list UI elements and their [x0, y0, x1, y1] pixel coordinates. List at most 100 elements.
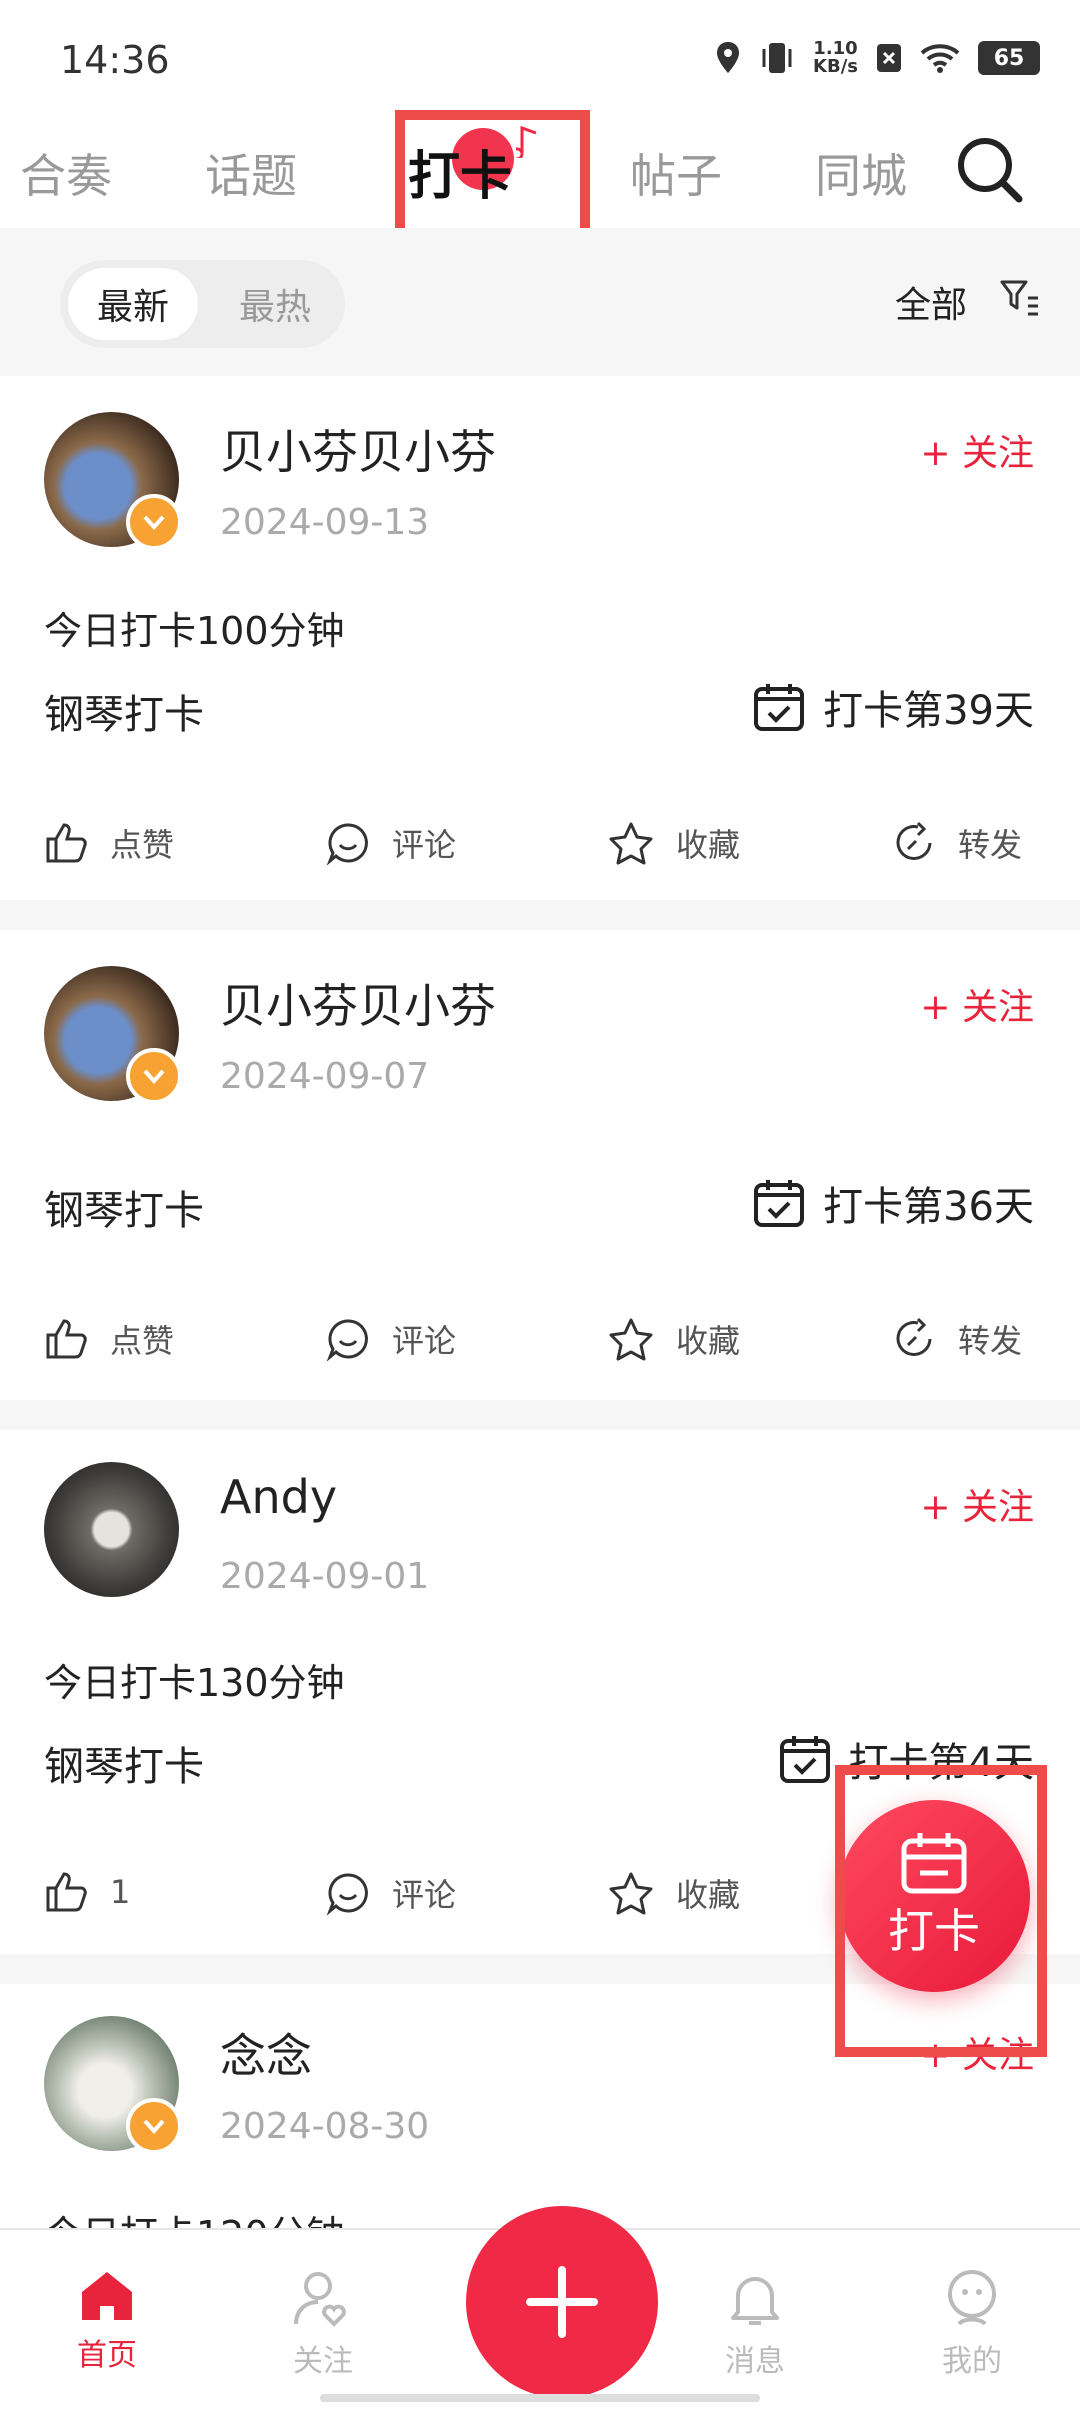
post-actions: 点赞 评论 收藏 转发 — [0, 1316, 1080, 1376]
follow-button[interactable]: + 关注 — [920, 424, 1034, 476]
filter-all-label[interactable]: 全部 — [895, 276, 967, 328]
post-content: 今日打卡100分钟 — [44, 609, 345, 653]
plus-icon — [526, 2266, 598, 2338]
comment-button[interactable]: 评论 — [326, 1316, 456, 1362]
nav-messages[interactable]: 消息 — [695, 2268, 815, 2380]
comment-label: 评论 — [392, 1876, 457, 1914]
home-indicator — [320, 2394, 760, 2402]
share-label: 转发 — [958, 1322, 1023, 1360]
post-category: 钢琴打卡 — [44, 692, 204, 738]
nav-home[interactable]: 首页 — [47, 2268, 167, 2374]
filter-icon[interactable] — [1000, 278, 1040, 318]
highlight-box-fab — [835, 1765, 1047, 2057]
nav-home-label: 首页 — [77, 2338, 137, 2373]
home-icon — [82, 2272, 132, 2320]
share-button[interactable]: 转发 — [892, 1316, 1022, 1362]
nav-mine-label: 我的 — [942, 2344, 1002, 2379]
favorite-button[interactable]: 收藏 — [608, 1870, 740, 1916]
tab-posts[interactable]: 帖子 — [630, 140, 722, 206]
calendar-check-icon — [754, 1180, 805, 1227]
avatar[interactable] — [44, 1462, 179, 1597]
thumbs-up-icon — [46, 823, 87, 863]
sort-segmented-control: 最新 最热 — [60, 260, 345, 348]
comment-icon — [326, 823, 368, 865]
comment-label: 评论 — [392, 1322, 457, 1360]
divider — [0, 1400, 1080, 1430]
tab-topics[interactable]: 话题 — [205, 140, 297, 206]
comment-button[interactable]: 评论 — [326, 820, 456, 866]
post-content: 今日打卡120分钟 — [44, 2204, 345, 2228]
post-date: 2024-08-30 — [220, 2106, 430, 2147]
username[interactable]: 贝小芬贝小芬 — [220, 970, 496, 1036]
tab-ensemble[interactable]: 合奏 — [20, 140, 112, 206]
star-icon — [609, 1872, 653, 1915]
profile-face-icon — [948, 2270, 996, 2326]
thumbs-up-icon — [46, 1872, 87, 1912]
streak-text: 打卡第39天 — [823, 688, 1034, 734]
status-icons: 1.10 KB/s 65 — [715, 40, 1040, 76]
location-icon — [717, 42, 740, 73]
favorite-label: 收藏 — [676, 1322, 741, 1360]
share-label: 转发 — [958, 826, 1023, 864]
thumbs-up-icon — [46, 1319, 87, 1359]
calendar-check-icon — [779, 1736, 830, 1783]
share-icon — [896, 1317, 932, 1356]
sort-hottest-button[interactable]: 最热 — [210, 268, 340, 340]
wifi-icon — [920, 44, 960, 73]
status-time: 14:36 — [60, 38, 170, 82]
post-card: 贝小芬贝小芬 2024-09-07 + 关注 钢琴打卡 打卡第36天 点赞 评论… — [0, 930, 1080, 1400]
comment-label: 评论 — [392, 826, 457, 864]
post-actions: 点赞 评论 收藏 转发 — [0, 820, 1080, 880]
post-date: 2024-09-01 — [220, 1556, 430, 1597]
tab-local[interactable]: 同城 — [815, 140, 907, 206]
favorite-button[interactable]: 收藏 — [608, 820, 740, 866]
favorite-label: 收藏 — [676, 1876, 741, 1914]
username[interactable]: 贝小芬贝小芬 — [220, 416, 496, 482]
comment-icon — [326, 1873, 368, 1915]
battery-indicator: 65 — [978, 41, 1040, 75]
like-label: 点赞 — [110, 1322, 175, 1360]
streak-info: 打卡第36天 — [753, 1174, 1034, 1232]
post-category: 钢琴打卡 — [44, 1744, 204, 1790]
nav-follow[interactable]: 关注 — [263, 2268, 383, 2380]
follow-button[interactable]: + 关注 — [920, 978, 1034, 1030]
share-icon — [896, 821, 932, 860]
post-card: 贝小芬贝小芬 2024-09-13 + 关注 今日打卡100分钟 钢琴打卡 打卡… — [0, 376, 1080, 900]
bottom-nav: 首页 关注 消息 我的 — [0, 2206, 1080, 2410]
vip-badge-icon — [126, 2098, 182, 2154]
post-date: 2024-09-13 — [220, 502, 430, 543]
post-content: 今日打卡130分钟 — [44, 1661, 345, 1705]
create-post-button[interactable] — [466, 2206, 658, 2398]
username[interactable]: 念念 — [220, 2020, 312, 2086]
nav-follow-label: 关注 — [293, 2344, 353, 2379]
vibrate-icon — [762, 43, 792, 73]
favorite-button[interactable]: 收藏 — [608, 1316, 740, 1362]
like-button[interactable]: 1 — [44, 1870, 130, 1914]
vip-badge-icon — [126, 1048, 182, 1104]
comment-icon — [326, 1319, 368, 1361]
like-label: 点赞 — [110, 826, 175, 864]
calendar-check-icon — [754, 684, 805, 731]
like-button[interactable]: 点赞 — [44, 820, 174, 866]
favorite-label: 收藏 — [676, 826, 741, 864]
post-category: 钢琴打卡 — [44, 1188, 204, 1234]
star-icon — [609, 822, 653, 865]
user-heart-icon — [294, 2272, 346, 2327]
comment-button[interactable]: 评论 — [326, 1870, 456, 1916]
network-speed: 1.10 KB/s — [813, 38, 858, 77]
share-button[interactable]: 转发 — [892, 820, 1022, 866]
star-icon — [609, 1318, 653, 1361]
sim-blocked-icon — [877, 44, 901, 72]
like-button[interactable]: 点赞 — [44, 1316, 174, 1362]
sort-latest-button[interactable]: 最新 — [68, 268, 198, 340]
nav-mine[interactable]: 我的 — [912, 2268, 1032, 2380]
search-icon[interactable] — [955, 135, 1025, 205]
status-bar: 14:36 1.10 KB/s 65 — [0, 0, 1080, 110]
streak-info: 打卡第39天 — [753, 678, 1034, 736]
divider — [0, 900, 1080, 930]
vip-badge-icon — [126, 494, 182, 550]
username[interactable]: Andy — [220, 1470, 337, 1524]
follow-button[interactable]: + 关注 — [920, 1478, 1034, 1530]
streak-text: 打卡第36天 — [823, 1184, 1034, 1230]
post-date: 2024-09-07 — [220, 1056, 430, 1097]
